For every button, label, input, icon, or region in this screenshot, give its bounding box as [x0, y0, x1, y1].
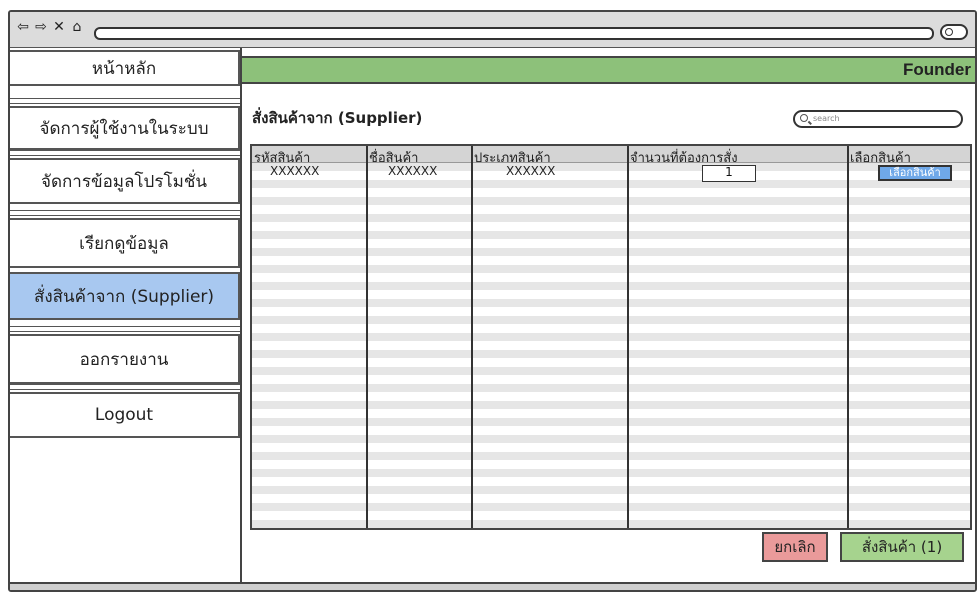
sidebar-divider: [10, 326, 240, 332]
sidebar-item-label: จัดการผู้ใช้งานในระบบ: [39, 118, 209, 139]
browser-toolbar: ⇦ ⇨ ✕ ⌂: [10, 12, 975, 48]
bottom-scrollbar[interactable]: [10, 582, 975, 590]
select-product-button[interactable]: เลือกสินค้า: [878, 165, 952, 181]
sidebar-divider: [10, 150, 240, 156]
top-header: Founder: [242, 56, 975, 84]
url-bar[interactable]: [94, 27, 934, 40]
table-row-stripes: [252, 146, 970, 528]
page-title: สั่งสินค้าจาก (Supplier): [252, 109, 423, 127]
search-icon: [800, 114, 808, 122]
product-table: รหัสสินค้า ชื่อสินค้า ประเภทสินค้า จำนวน…: [250, 144, 972, 530]
home-icon[interactable]: ⌂: [70, 19, 84, 35]
sidebar-item-label: เรียกดูข้อมูล: [79, 233, 169, 254]
column-divider: [627, 146, 629, 528]
back-arrow-icon[interactable]: ⇦: [16, 19, 30, 35]
sidebar-item-label: สั่งสินค้าจาก (Supplier): [33, 286, 215, 307]
toggle-icon[interactable]: [940, 24, 968, 40]
sidebar-item-label: ออกรายงาน: [79, 349, 169, 370]
app-window: ⇦ ⇨ ✕ ⌂ หน้าหลัก จัดการผู้ใช้งานในระบบ จ…: [8, 10, 977, 592]
sidebar-item-view-data[interactable]: เรียกดูข้อมูล: [10, 218, 240, 268]
sidebar-item-promotions[interactable]: จัดการข้อมูลโปรโมชั่น: [10, 158, 240, 204]
quantity-input[interactable]: 1: [702, 165, 756, 182]
sidebar-divider: [10, 210, 240, 216]
sidebar-divider: [10, 98, 240, 104]
forward-arrow-icon[interactable]: ⇨: [34, 19, 48, 35]
search-input[interactable]: search: [793, 110, 963, 128]
close-icon[interactable]: ✕: [52, 19, 66, 35]
sidebar-item-label: หน้าหลัก: [91, 58, 157, 79]
sidebar-item-home[interactable]: หน้าหลัก: [10, 50, 240, 86]
column-divider: [366, 146, 368, 528]
sidebar: หน้าหลัก จัดการผู้ใช้งานในระบบ จัดการข้อ…: [10, 48, 242, 590]
user-name[interactable]: Founder: [903, 60, 971, 80]
cell-product-code: XXXXXX: [270, 164, 320, 178]
order-button[interactable]: สั่งสินค้า (1): [840, 532, 964, 562]
sidebar-item-label: จัดการข้อมูลโปรโมชั่น: [41, 171, 207, 192]
sidebar-item-supplier-order[interactable]: สั่งสินค้าจาก (Supplier): [10, 272, 240, 320]
sidebar-item-logout[interactable]: Logout: [10, 392, 240, 438]
sidebar-item-label: Logout: [94, 405, 154, 425]
sidebar-divider: [10, 384, 240, 390]
search-placeholder: search: [813, 114, 840, 123]
sidebar-item-reports[interactable]: ออกรายงาน: [10, 334, 240, 384]
cell-product-type: XXXXXX: [506, 164, 556, 178]
column-divider: [471, 146, 473, 528]
column-divider: [847, 146, 849, 528]
browser-nav: ⇦ ⇨ ✕ ⌂: [16, 19, 84, 35]
cell-product-name: XXXXXX: [388, 164, 438, 178]
sidebar-item-user-management[interactable]: จัดการผู้ใช้งานในระบบ: [10, 106, 240, 150]
cancel-button[interactable]: ยกเลิก: [762, 532, 828, 562]
